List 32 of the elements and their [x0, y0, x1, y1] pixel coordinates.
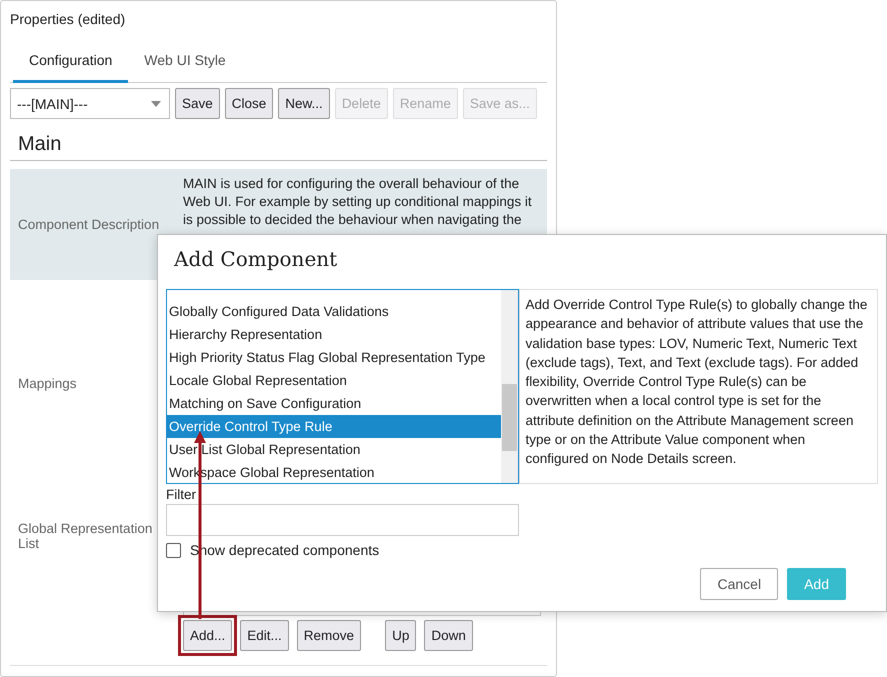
filter-field[interactable]: [166, 504, 519, 536]
component-list[interactable]: [166, 289, 518, 484]
panel-title: Properties (edited): [10, 11, 126, 27]
help-text: Add Override Control Type Rule(s) to globally change the appearance and behavior of attribute values that use the validation base types: LOV, Numeric Text, Numeric Text (exclude tags), Text, and Text (exclude tags). For added flexibility, Override Control Type Rule(s) can be overwritten when a local control type is set for the attribute definition on the Attribute Management screen type or on the Attribute Value component when configured on Node Details screen.: [518, 289, 878, 484]
section-title: Main: [10, 119, 547, 161]
list-button[interactable]: Edit...: [240, 620, 289, 651]
list-item[interactable]: Locale Global Representation: [167, 369, 500, 392]
description-text: MAIN is used for configuring the overall behaviour of the Web UI. For example by setting up conditional mappings it is possible to decided the behaviour when navigating the: [183, 175, 533, 229]
dialog-title: Add Component: [172, 247, 338, 273]
list-button[interactable]: Up: [385, 620, 416, 651]
list-item[interactable]: Override Control Type Rule: [167, 415, 500, 438]
list-button[interactable]: Add...: [183, 620, 232, 651]
list-item[interactable]: Globally Configured Data Validations: [167, 300, 500, 323]
list-item[interactable]: Hierarchy Representation: [167, 323, 500, 346]
configuration-dropdown[interactable]: ---[MAIN]---: [10, 88, 170, 119]
list-button[interactable]: Remove: [296, 620, 362, 651]
checkbox[interactable]: [166, 542, 181, 558]
caret-icon: [151, 100, 161, 106]
list-button[interactable]: Down: [424, 620, 473, 651]
tab[interactable]: Web UI Style: [128, 44, 242, 83]
field-label: Global Representation List: [17, 521, 154, 551]
list-item[interactable]: User List Global Representation: [167, 438, 500, 461]
toolbar-button[interactable]: Close: [224, 88, 274, 119]
toolbar-button[interactable]: New...: [278, 88, 330, 119]
field-label: Component Description: [17, 217, 160, 232]
tab[interactable]: Configuration: [13, 44, 128, 83]
dialog-button[interactable]: Cancel: [700, 568, 778, 600]
toolbar-button[interactable]: Save: [175, 88, 220, 119]
list-item[interactable]: High Priority Status Flag Global Representation Type: [167, 346, 500, 369]
filter-label: Filter: [166, 487, 197, 502]
list-item[interactable]: Matching on Save Configuration: [167, 392, 500, 415]
scrollbar[interactable]: [500, 290, 518, 483]
